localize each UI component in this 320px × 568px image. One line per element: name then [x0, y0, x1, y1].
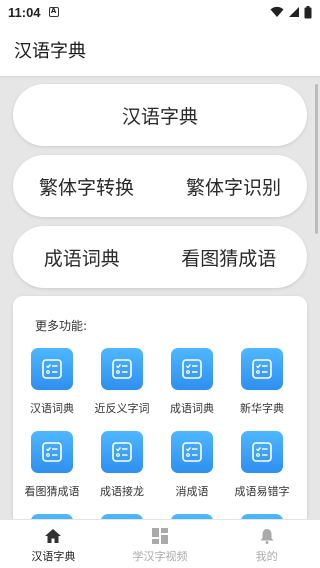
grid-icon: [152, 528, 168, 544]
app-bar: 汉语字典: [0, 24, 320, 76]
home-icon: [45, 529, 62, 543]
checklist-icon: [101, 348, 143, 390]
status-icons: [270, 5, 312, 19]
status-bar: 11:04 A: [0, 0, 320, 24]
grid-item-label: 看图猜成语: [24, 485, 80, 498]
traditional-convert-button[interactable]: 繁体字转换: [39, 173, 134, 200]
traditional-recognize-button[interactable]: 繁体字识别: [186, 173, 281, 200]
grid-item-4[interactable]: 看图猜成语: [17, 431, 87, 499]
wifi-icon: [270, 6, 284, 17]
grid-item-label: 近反义字词: [94, 402, 150, 415]
checklist-icon: [31, 431, 73, 473]
grid-item-6[interactable]: 消成语: [157, 431, 227, 499]
button-row-2: 成语词典 看图猜成语: [13, 226, 307, 288]
nav-label: 汉语字典: [31, 550, 76, 563]
checklist-icon: [31, 348, 73, 390]
page-title: 汉语字典: [14, 41, 86, 62]
status-time: 11:04: [8, 4, 41, 20]
scrollbar[interactable]: [315, 84, 318, 234]
nav-item-videos[interactable]: 学汉字视频: [107, 520, 214, 568]
nav-label: 我的: [255, 550, 278, 563]
nav-item-dictionary[interactable]: 汉语字典: [0, 520, 107, 568]
checklist-icon: [171, 431, 213, 473]
grid-item-label: 成语接龙: [100, 485, 144, 498]
grid-item-7[interactable]: 成语易错字: [227, 431, 297, 499]
checklist-icon: [171, 348, 213, 390]
grid-item-label: 新华字典: [240, 402, 284, 415]
nav-item-mine[interactable]: 我的: [213, 520, 320, 568]
grid-item-0[interactable]: 汉语词典: [17, 348, 87, 416]
checklist-icon: [241, 431, 283, 473]
grid-item-label: 成语易错字: [234, 485, 290, 498]
nav-label: 学汉字视频: [132, 550, 188, 563]
grid-item-5[interactable]: 成语接龙: [87, 431, 157, 499]
guess-idiom-button[interactable]: 看图猜成语: [181, 244, 276, 271]
grid-item-3[interactable]: 新华字典: [227, 348, 297, 416]
button-row-1: 繁体字转换 繁体字识别: [13, 155, 307, 217]
grid-item-1[interactable]: 近反义字词: [87, 348, 157, 416]
grid-item-label: 成语词典: [170, 402, 214, 415]
notification-icon: A: [48, 7, 59, 17]
bell-icon: [260, 529, 274, 544]
dictionary-button[interactable]: 汉语字典: [13, 84, 307, 146]
more-functions-panel: 更多功能: 汉语词典 近反义字词 成语词典 新华字典 看图猜成语 成语接龙 消成…: [13, 296, 307, 526]
signal-icon: [289, 7, 299, 17]
grid-item-label: 汉语词典: [30, 402, 74, 415]
more-functions-title: 更多功能:: [35, 319, 88, 333]
grid-item-label: 消成语: [175, 485, 209, 498]
checklist-icon: [101, 431, 143, 473]
checklist-icon: [241, 348, 283, 390]
battery-icon: [304, 5, 312, 18]
grid-item-2[interactable]: 成语词典: [157, 348, 227, 416]
bottom-nav: 汉语字典 学汉字视频 我的: [0, 519, 320, 568]
idiom-dictionary-button[interactable]: 成语词典: [44, 244, 120, 271]
